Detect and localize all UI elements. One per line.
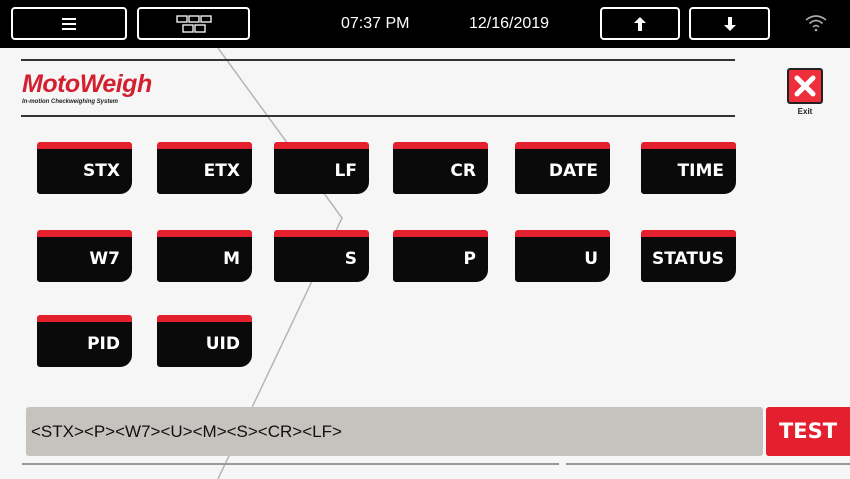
close-icon bbox=[787, 68, 823, 104]
scroll-down-button[interactable] bbox=[689, 7, 770, 40]
hamburger-icon bbox=[62, 17, 76, 30]
logo-name: MotoWeigh bbox=[22, 70, 152, 98]
field-button-etx[interactable]: ETX bbox=[157, 142, 252, 194]
logo-tagline: In-motion Checkweighing System bbox=[22, 99, 119, 105]
field-button-stx[interactable]: STX bbox=[37, 142, 132, 194]
motoweigh-logo: MotoWeigh In-motion Checkweighing System bbox=[22, 72, 152, 106]
header-top-rule bbox=[21, 59, 735, 61]
exit-label: Exit bbox=[797, 107, 813, 116]
field-button-cr[interactable]: CR bbox=[393, 142, 488, 194]
wifi-icon bbox=[805, 15, 827, 32]
footer-rule-left bbox=[22, 463, 559, 465]
field-button-time[interactable]: TIME bbox=[641, 142, 736, 194]
footer-rule-right bbox=[566, 463, 850, 465]
field-button-p[interactable]: P bbox=[393, 230, 488, 282]
arrow-up-icon bbox=[634, 16, 646, 31]
field-button-pid[interactable]: PID bbox=[37, 315, 132, 367]
clock-time: 07:37 PM bbox=[341, 15, 410, 32]
field-button-uid[interactable]: UID bbox=[157, 315, 252, 367]
field-button-status[interactable]: STATUS bbox=[641, 230, 736, 282]
field-button-s[interactable]: S bbox=[274, 230, 369, 282]
dashboard-button[interactable] bbox=[137, 7, 250, 40]
field-button-m[interactable]: M bbox=[157, 230, 252, 282]
top-bar: 07:37 PM 12/16/2019 bbox=[0, 0, 850, 48]
menu-button[interactable] bbox=[11, 7, 127, 40]
arrow-down-icon bbox=[723, 16, 736, 31]
field-button-lf[interactable]: LF bbox=[274, 142, 369, 194]
clock-date: 12/16/2019 bbox=[469, 15, 550, 32]
grid-layout-icon bbox=[175, 14, 212, 33]
format-string-display[interactable]: <STX><P><W7><U><M><S><CR><LF> bbox=[26, 407, 763, 456]
field-button-date[interactable]: DATE bbox=[515, 142, 610, 194]
content-area: MotoWeigh In-motion Checkweighing System… bbox=[0, 48, 850, 479]
scroll-up-button[interactable] bbox=[600, 7, 680, 40]
field-button-w7[interactable]: W7 bbox=[37, 230, 132, 282]
test-button[interactable]: TEST bbox=[766, 407, 850, 456]
exit-button[interactable]: Exit bbox=[781, 68, 829, 138]
header-bottom-rule bbox=[21, 115, 735, 117]
field-button-u[interactable]: U bbox=[515, 230, 610, 282]
